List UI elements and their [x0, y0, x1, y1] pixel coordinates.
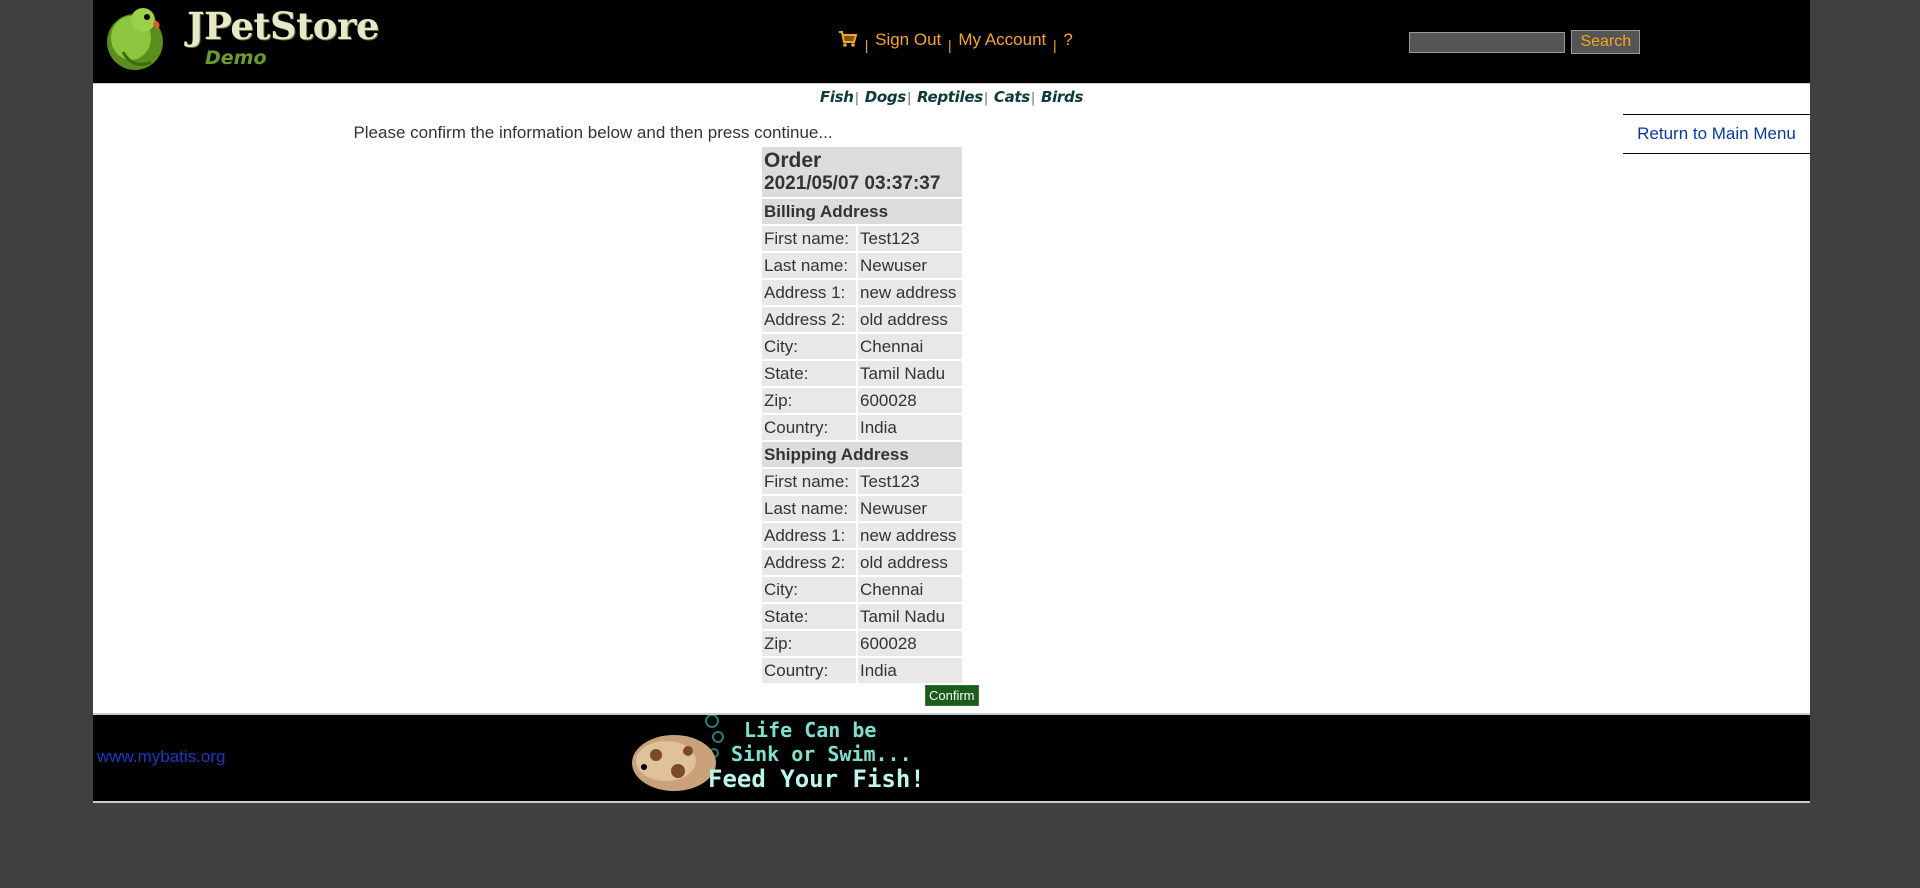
banner-line-1: Life Can be: [744, 718, 876, 742]
menu-separator: |: [864, 37, 869, 53]
quicklink-separator: |: [1030, 91, 1036, 106]
shipping-country-label: Country:: [762, 658, 856, 683]
shipping-last-name-label: Last name:: [762, 496, 856, 521]
table-row: Address 1: new address: [762, 280, 962, 305]
banner-line-3: Feed Your Fish!: [708, 765, 925, 793]
shipping-city-value: Chennai: [858, 577, 962, 602]
menu-separator: |: [948, 37, 952, 53]
quicklink-cats[interactable]: Cats: [994, 88, 1030, 106]
quicklink-separator: |: [854, 91, 859, 106]
menu-separator: |: [1052, 37, 1057, 53]
table-row: State: Tamil Nadu: [762, 361, 962, 386]
table-row: Address 2: old address: [762, 550, 962, 575]
shipping-first-name-value: Test123: [858, 469, 962, 494]
table-row: Country: India: [762, 658, 962, 683]
logo[interactable]: JPetStore Demo: [103, 2, 380, 72]
billing-city-value: Chennai: [858, 334, 962, 359]
table-row: City: Chennai: [762, 334, 962, 359]
help-link[interactable]: ?: [1063, 30, 1072, 49]
table-row: City: Chennai: [762, 577, 962, 602]
search-input[interactable]: [1409, 31, 1565, 53]
order-confirmation-table: Order 2021/05/07 03:37:37 Billing Addres…: [760, 145, 964, 685]
order-header: Order 2021/05/07 03:37:37: [762, 147, 962, 197]
billing-country-label: Country:: [762, 415, 856, 440]
shipping-address2-value: old address: [858, 550, 962, 575]
quicklink-separator: |: [906, 91, 912, 106]
quicklink-fish[interactable]: Fish: [820, 88, 854, 106]
logo-subtitle: Demo: [205, 47, 267, 69]
search-button[interactable]: Search: [1571, 30, 1641, 54]
main-content: Fish| Dogs| Reptiles| Cats| Birds Return…: [93, 83, 1810, 713]
shipping-state-label: State:: [762, 604, 856, 629]
top-menu: | Sign Out | My Account | ?: [838, 30, 1073, 53]
table-row: First name: Test123: [762, 226, 962, 251]
billing-state-label: State:: [762, 361, 856, 386]
footer: www.mybatis.org Life Can be Sink or Swim…: [93, 713, 1810, 803]
table-row: First name: Test123: [762, 469, 962, 494]
billing-zip-value: 600028: [858, 388, 962, 413]
shipping-country-value: India: [858, 658, 962, 683]
billing-last-name-value: Newuser: [858, 253, 962, 278]
billing-address1-value: new address: [858, 280, 962, 305]
return-to-main-menu-link[interactable]: Return to Main Menu: [1623, 114, 1810, 154]
quicklink-separator: |: [983, 91, 988, 106]
shipping-first-name-label: First name:: [762, 469, 856, 494]
billing-country-value: India: [858, 415, 962, 440]
shipping-address-heading: Shipping Address: [762, 442, 962, 467]
sign-out-link[interactable]: Sign Out: [875, 30, 941, 49]
shipping-zip-label: Zip:: [762, 631, 856, 656]
table-row: Last name: Newuser: [762, 496, 962, 521]
table-row: Last name: Newuser: [762, 253, 962, 278]
shipping-state-value: Tamil Nadu: [858, 604, 962, 629]
banner-line-2: Sink or Swim...: [731, 742, 912, 766]
table-row: State: Tamil Nadu: [762, 604, 962, 629]
table-row: Zip: 600028: [762, 388, 962, 413]
billing-address1-label: Address 1:: [762, 280, 856, 305]
logo-title: JPetStore: [187, 4, 380, 48]
page-wrapper: JPetStore Demo | Sign Out | My Account |…: [93, 0, 1810, 803]
billing-first-name-label: First name:: [762, 226, 856, 251]
billing-zip-label: Zip:: [762, 388, 856, 413]
billing-address2-label: Address 2:: [762, 307, 856, 332]
billing-last-name-label: Last name:: [762, 253, 856, 278]
shipping-last-name-value: Newuser: [858, 496, 962, 521]
billing-address-heading: Billing Address: [762, 199, 962, 224]
category-quicklinks: Fish| Dogs| Reptiles| Cats| Birds: [93, 88, 1810, 106]
my-account-link[interactable]: My Account: [958, 30, 1046, 49]
order-datetime: 2021/05/07 03:37:37: [764, 173, 941, 194]
billing-city-label: City:: [762, 334, 856, 359]
search-form: Search: [1409, 30, 1641, 54]
billing-first-name-value: Test123: [858, 226, 962, 251]
shipping-city-label: City:: [762, 577, 856, 602]
confirm-button[interactable]: Confirm: [925, 685, 979, 706]
quicklink-dogs[interactable]: Dogs: [865, 88, 907, 106]
table-row: Address 2: old address: [762, 307, 962, 332]
billing-address2-value: old address: [858, 307, 962, 332]
shipping-zip-value: 600028: [858, 631, 962, 656]
table-row: Address 1: new address: [762, 523, 962, 548]
shipping-address2-label: Address 2:: [762, 550, 856, 575]
quicklink-birds[interactable]: Birds: [1041, 88, 1083, 106]
table-row: Zip: 600028: [762, 631, 962, 656]
fish-banner-image[interactable]: Life Can be Sink or Swim... Feed Your Fi…: [626, 715, 936, 799]
table-row: Country: India: [762, 415, 962, 440]
shipping-address1-label: Address 1:: [762, 523, 856, 548]
cart-icon[interactable]: [838, 30, 858, 48]
quicklink-reptiles[interactable]: Reptiles: [917, 88, 983, 106]
parrot-logo-icon: [107, 8, 163, 70]
mybatis-link[interactable]: www.mybatis.org: [97, 747, 225, 767]
shipping-address1-value: new address: [858, 523, 962, 548]
order-title: Order: [764, 149, 822, 172]
confirm-instructions: Please confirm the information below and…: [353, 123, 833, 142]
header: JPetStore Demo | Sign Out | My Account |…: [93, 0, 1810, 83]
billing-state-value: Tamil Nadu: [858, 361, 962, 386]
